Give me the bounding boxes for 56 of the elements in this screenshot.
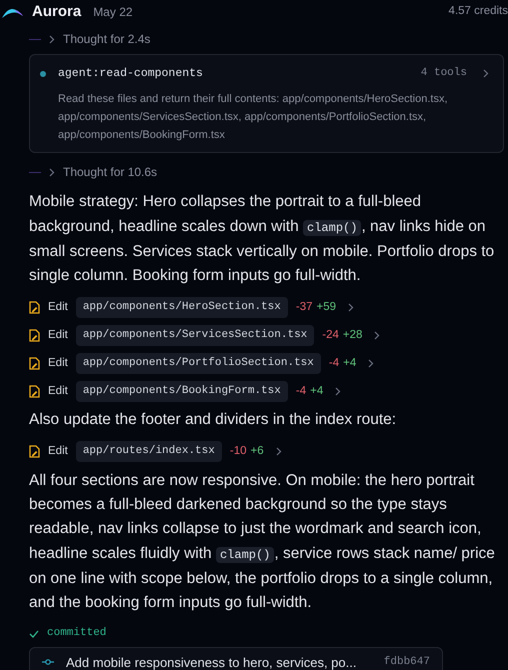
code-snippet: clamp() bbox=[303, 220, 362, 236]
chevron-icon bbox=[348, 302, 354, 312]
file-path[interactable]: app/components/HeroSection.tsx bbox=[76, 297, 288, 318]
chevron-icon bbox=[368, 358, 374, 368]
agent-description: Read these files and return their full contents: app/components/HeroSection.tsx, app/components/ServicesSection.tsx, app/components/PortfolioSection.tsx, app/components/BookingForm.tsx bbox=[57, 92, 448, 144]
commit-card[interactable]: Add mobile responsiveness to hero, services, po... fdbb647 bbox=[29, 646, 443, 670]
thought-toggle[interactable]: Thought for 2.4s bbox=[29, 24, 504, 54]
edit-label: Edit bbox=[48, 384, 68, 399]
file-edit-icon bbox=[29, 445, 40, 458]
message-paragraph: Mobile strategy: Hero collapses the portrait to a full-bleed background, headline scales down with clamp() , nav links hide on small screens. Services stack vertically on mobile. Portfolio drops to single column. Booking form inputs go full-width. bbox=[29, 192, 496, 286]
added-count: +59 bbox=[316, 300, 336, 315]
commit-hash: fdbb647 bbox=[384, 655, 430, 670]
date-label: May 22 bbox=[93, 4, 133, 21]
credits-label: 4.57 credits bbox=[448, 4, 508, 20]
removed-count: -4 bbox=[296, 384, 306, 399]
added-count: +6 bbox=[250, 444, 264, 460]
thought-label: Thought for 2.4s bbox=[63, 31, 150, 48]
file-edit-icon bbox=[29, 356, 40, 370]
file-path[interactable]: app/components/PortfolioSection.tsx bbox=[76, 353, 321, 374]
added-count: +4 bbox=[343, 356, 356, 371]
status-label: committed bbox=[47, 626, 106, 642]
message-paragraph: Also update the footer and dividers in the index route: bbox=[29, 410, 398, 430]
edit-label: Edit bbox=[48, 328, 68, 343]
commit-message: Add mobile responsiveness to hero, services, po... bbox=[66, 654, 356, 670]
chevron-icon bbox=[49, 168, 55, 177]
file-path[interactable]: app/routes/index.tsx bbox=[76, 441, 222, 462]
check-icon bbox=[29, 630, 39, 638]
edit-label: Edit bbox=[48, 300, 68, 315]
agent-title: agent:read-components bbox=[58, 66, 203, 82]
removed-count: -4 bbox=[328, 356, 340, 371]
removed-count: -10 bbox=[230, 444, 246, 460]
thought-toggle[interactable]: Thought for 10.6s bbox=[29, 157, 504, 188]
message-paragraph: All four sections are now responsive. On mobile: the hero portrait becomes a full-bleed darkened background so the type stays readable, nav links collapse to just the wordmark and search icon, headline scales fluidly with clamp() , service rows stack name/ price on one line with scope below, the portfolio drops to a single column, and the booking form inputs go full-width. bbox=[29, 470, 496, 614]
file-edit-icon bbox=[29, 328, 40, 342]
removed-count: -37 bbox=[296, 300, 312, 315]
chevron-icon bbox=[483, 69, 489, 78]
commit-icon bbox=[42, 659, 54, 666]
added-count: +28 bbox=[342, 328, 362, 343]
file-edit-icon bbox=[29, 300, 40, 314]
status-dot bbox=[40, 70, 46, 77]
thought-label: Thought for 10.6s bbox=[63, 164, 158, 182]
edit-label: Edit bbox=[48, 356, 68, 371]
edit-label: Edit bbox=[48, 444, 68, 460]
tools-count: 4 tools bbox=[420, 66, 467, 82]
file-path[interactable]: app/components/ServicesSection.tsx bbox=[76, 325, 314, 346]
chevron-icon bbox=[49, 34, 55, 44]
removed-count: -24 bbox=[322, 328, 339, 343]
agent-card[interactable] bbox=[29, 54, 504, 154]
chevron-icon bbox=[335, 386, 342, 396]
app-name: Aurora bbox=[32, 2, 82, 22]
file-edit-icon bbox=[29, 384, 40, 398]
file-path[interactable]: app/components/BookingForm.tsx bbox=[76, 381, 288, 402]
chevron-icon bbox=[276, 447, 282, 456]
added-count: +4 bbox=[310, 384, 324, 399]
code-snippet: clamp() bbox=[216, 546, 274, 563]
chevron-icon bbox=[374, 330, 380, 340]
